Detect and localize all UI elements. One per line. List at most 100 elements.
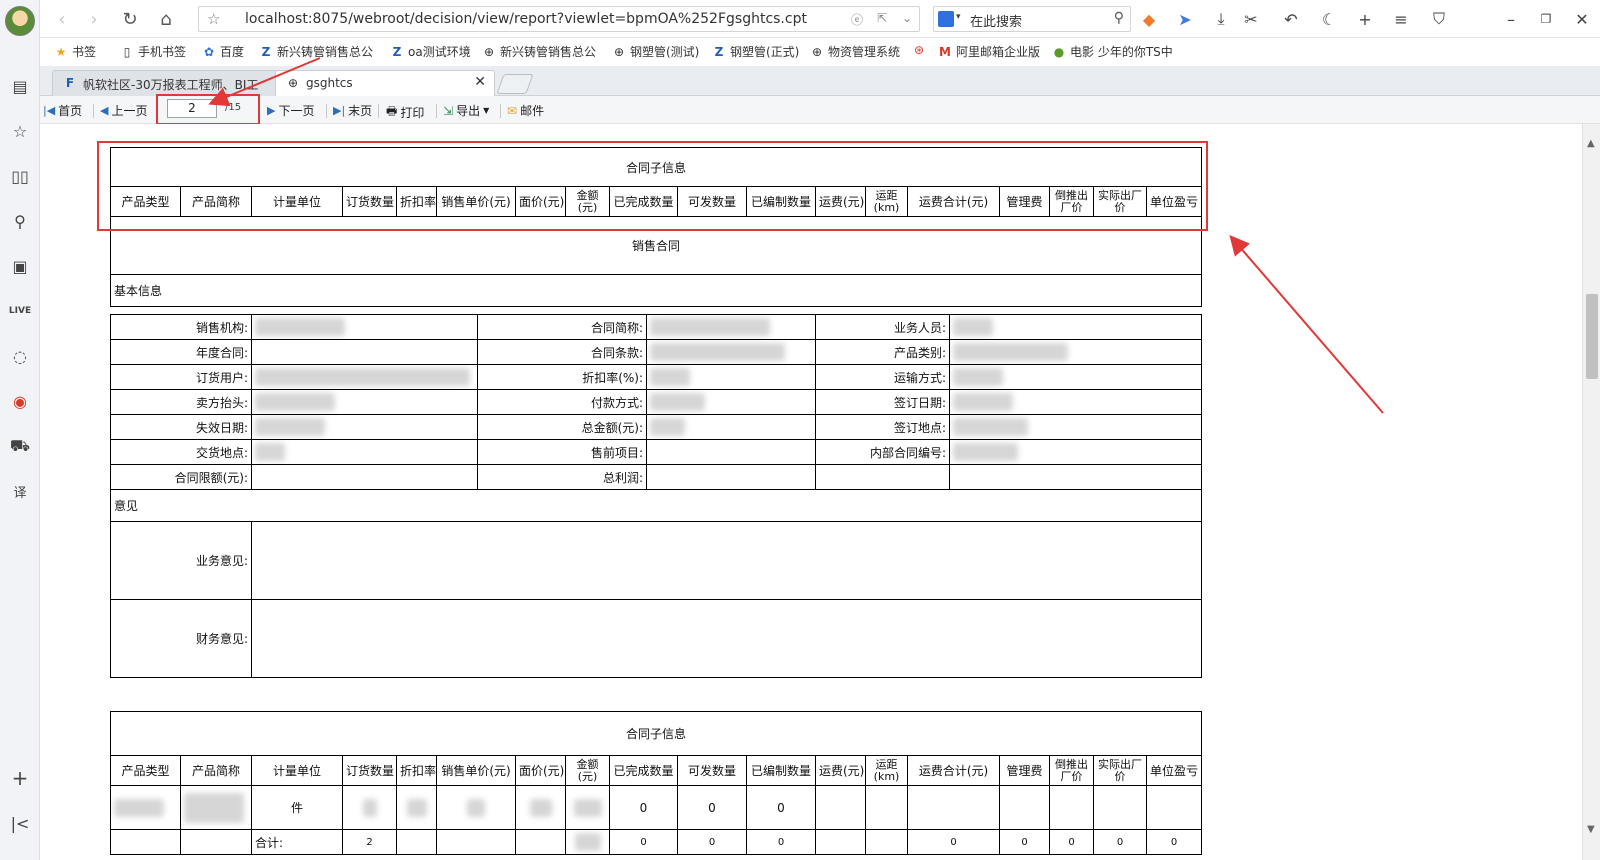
search-icon[interactable]: ⚲: [1114, 10, 1124, 26]
engine-dropdown-icon[interactable]: ▾: [956, 12, 961, 22]
minimize-icon[interactable]: –: [1500, 8, 1522, 30]
export-button[interactable]: ⇲ 导出 ▼: [443, 102, 489, 119]
bookmark-item[interactable]: ⊕ 新兴铸管销售总公: [482, 43, 596, 60]
bookmark-item[interactable]: ⊛: [912, 43, 926, 57]
night-mode-icon[interactable]: ☾: [1318, 8, 1340, 30]
vertical-scrollbar[interactable]: ▲ ▼: [1582, 124, 1600, 860]
print-button[interactable]: 🖶 打印: [386, 102, 424, 123]
prev-page-icon: ◀: [100, 104, 109, 117]
search-engine-box[interactable]: ▾ 在此搜索 ⚲: [933, 6, 1131, 32]
prev-page-button[interactable]: ◀ 上一页: [100, 102, 147, 119]
scissors-icon[interactable]: ✂: [1240, 8, 1262, 30]
field-value: [646, 339, 816, 365]
field-label: 失效日期:: [110, 414, 252, 440]
field-value: [949, 339, 1202, 365]
col-header: 计量单位: [251, 755, 343, 786]
cart-icon[interactable]: ⛟: [8, 434, 32, 458]
field-value: [251, 339, 478, 365]
menu-icon[interactable]: ≡: [1390, 8, 1412, 30]
game-icon[interactable]: ◆: [1138, 8, 1160, 30]
forward-icon[interactable]: ›: [82, 7, 106, 31]
translate-icon[interactable]: 译: [8, 479, 32, 503]
home-icon[interactable]: ⌂: [154, 7, 178, 31]
export-icon: ⇲: [443, 103, 454, 118]
new-tab-button[interactable]: [496, 74, 534, 94]
printer-icon: 🖶: [386, 104, 398, 118]
movie-icon: ●: [1053, 44, 1065, 59]
chat-icon[interactable]: ◌: [8, 344, 32, 368]
report-viewport: 合同子信息 产品类型 产品简称 计量单位 订货数量 折扣率 销售单价(元) 面价…: [40, 124, 1582, 860]
email-button[interactable]: ✉ 邮件: [507, 102, 544, 119]
bookmark-item[interactable]: ⊕ 物资管理系统: [810, 43, 900, 60]
collapse-sidebar-icon[interactable]: |<: [8, 811, 32, 835]
mail-m-icon: M: [939, 44, 951, 59]
field-value: [646, 414, 816, 440]
col-header: 已编制数量: [746, 755, 816, 786]
baidu-logo-icon[interactable]: [938, 11, 954, 27]
share-icon[interactable]: ⇱: [877, 11, 887, 25]
globe-icon: ⊕: [613, 44, 625, 59]
tab-gsghtcs[interactable]: ⊕ gsghtcs ✕: [275, 70, 495, 97]
bookmark-item[interactable]: Z 钢塑管(正式): [712, 43, 800, 60]
bookmark-item[interactable]: Z 新兴铸管销售总公: [259, 43, 373, 60]
address-input[interactable]: ☆ localhost:8075/webroot/decision/view/r…: [198, 6, 920, 32]
url-text[interactable]: localhost:8075/webroot/decision/view/rep…: [245, 11, 807, 27]
bookmark-item[interactable]: ● 电影 少年的你TS中: [1052, 43, 1173, 60]
scroll-down-icon[interactable]: ▼: [1587, 824, 1595, 835]
next-page-icon: ▶: [267, 104, 276, 117]
bookmark-star-icon[interactable]: ☆: [207, 10, 220, 28]
reader-icon[interactable]: ▤: [8, 74, 32, 98]
scrollbar-thumb[interactable]: [1586, 294, 1598, 379]
unit-cell: 件: [251, 785, 343, 830]
fanruan-icon: Z: [714, 44, 724, 59]
bookmark-item[interactable]: ★ 书签: [54, 43, 96, 60]
dropdown-icon[interactable]: ⌄: [902, 11, 912, 25]
live-icon[interactable]: LIVE: [8, 299, 32, 323]
next-page-button[interactable]: ▶ 下一页: [267, 102, 314, 119]
download-icon[interactable]: ⤓: [1210, 8, 1232, 30]
book-icon[interactable]: ▯▯: [8, 164, 32, 188]
bookmark-item[interactable]: Zoa测试环境: [390, 43, 471, 60]
new-tab-plus-icon[interactable]: +: [1354, 8, 1376, 30]
reload-icon[interactable]: ↻: [118, 7, 142, 31]
bookmark-item[interactable]: ⊕ 钢塑管(测试): [612, 43, 699, 60]
opinion-heading: 意见: [110, 489, 1202, 522]
field-label: 总利润:: [477, 464, 647, 490]
tab-fanruan[interactable]: F 帆软社区-30万报表工程师、BI工: [52, 70, 277, 96]
weibo-icon[interactable]: ◉: [8, 389, 32, 413]
address-toolbar: ‹ › ↻ ⌂ ☆ localhost:8075/webroot/decisio…: [40, 0, 1600, 38]
shirt-icon[interactable]: ⛉: [1428, 8, 1450, 30]
first-page-button[interactable]: |◀ 首页: [43, 102, 82, 119]
add-icon[interactable]: +: [8, 766, 32, 790]
close-tab-icon[interactable]: ✕: [474, 74, 486, 90]
field-label: 销售机构:: [110, 314, 252, 340]
field-value: [646, 314, 816, 340]
col-header: 运距(km): [865, 755, 908, 786]
col-header: 实际出厂价: [1093, 755, 1147, 786]
search-icon[interactable]: ⚲: [8, 209, 32, 233]
bookmarks-bar: ★ 书签 ▯ 手机书签 ✿ 百度 Z 新兴铸管销售总公 Zoa测试环境 ⊕ 新兴铸管销售总…: [40, 38, 1600, 66]
bookmark-item[interactable]: ✿ 百度: [202, 43, 244, 60]
bird-icon[interactable]: ➤: [1174, 8, 1196, 30]
report-toolbar: |◀ 首页 ◀ 上一页 2 /15 ▶ 下一页 ▶| 末页 🖶 打印 ⇲ 导出 ▼ ✉ 邮件: [40, 96, 1600, 124]
field-value: [646, 389, 816, 415]
favorites-star-icon[interactable]: ☆: [8, 119, 32, 143]
field-value: [646, 464, 816, 490]
search-placeholder[interactable]: 在此搜索: [970, 11, 1022, 30]
bookmark-item[interactable]: ▯ 手机书签: [120, 43, 186, 60]
total-label: 合计:: [251, 829, 343, 855]
last-page-button[interactable]: ▶| 末页: [333, 102, 372, 119]
field-label: 合同限额(元):: [110, 464, 252, 490]
close-window-icon[interactable]: ✕: [1571, 8, 1593, 30]
back-icon[interactable]: ‹: [50, 7, 74, 31]
scroll-up-icon[interactable]: ▲: [1587, 138, 1595, 149]
globe-icon: ⊕: [287, 76, 299, 90]
undo-icon[interactable]: ↶: [1280, 8, 1302, 30]
field-value: [949, 439, 1202, 465]
video-icon[interactable]: ▣: [8, 254, 32, 278]
col-header: 订货数量: [342, 755, 397, 786]
bookmark-item[interactable]: M 阿里邮箱企业版: [938, 43, 1040, 60]
ie-mode-icon[interactable]: ⓔ: [851, 11, 863, 28]
restore-icon[interactable]: ❐: [1535, 8, 1557, 30]
avatar[interactable]: [5, 6, 35, 36]
